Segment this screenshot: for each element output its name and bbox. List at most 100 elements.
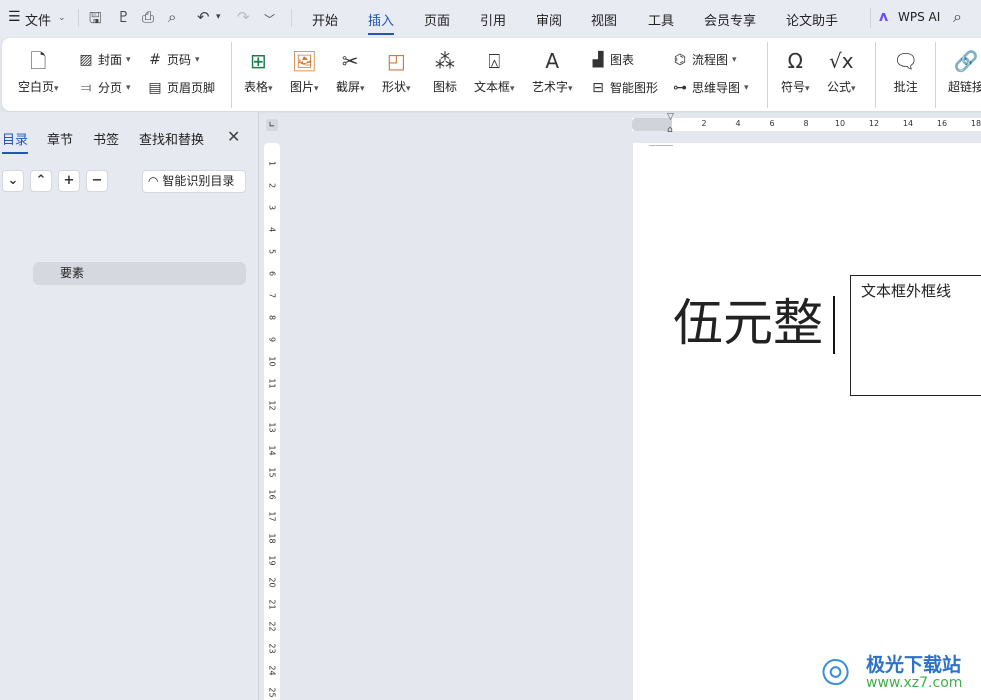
collapse-button[interactable]: ⌄ [2,170,24,192]
wps-ai-button[interactable]: WPS AI [898,10,940,24]
comment-icon: 🗨 [893,49,919,73]
tab-find-replace[interactable]: 查找和替换 [139,129,204,148]
tab-page[interactable]: 页面 [424,10,450,29]
tab-stop-selector[interactable]: ∟ [266,119,278,131]
omega-icon: Ω [787,49,803,73]
shape-icon: ◰ [386,49,406,73]
body-text[interactable]: 伍元整 [673,293,823,353]
page-break-icon: ⫤ [80,79,92,96]
mindmap-button[interactable]: ⊶ 思维导图 ▾ [672,79,749,96]
vertical-ruler-tick: 21 [267,599,277,610]
page-number-icon: # [149,51,161,68]
horizontal-ruler-tick: 8 [803,119,809,128]
save-icon[interactable]: 🖫 [89,8,102,33]
redo-icon[interactable]: ↷ [237,8,250,26]
tab-tools[interactable]: 工具 [648,10,674,29]
smart-toc-button[interactable]: ◠ 智能识别目录 [142,170,246,193]
smart-art-button[interactable]: ⊟ 智能图形 [590,79,658,96]
tab-references[interactable]: 引用 [480,10,506,29]
more-icon[interactable]: ﹀ [264,11,275,27]
chart-icon: ▟ [592,51,604,68]
scissors-icon: ✂ [341,49,359,73]
vertical-ruler-tick: 17 [267,511,277,522]
flowchart-icon: ⌬ [673,51,687,68]
horizontal-ruler-tick: 14 [902,119,914,128]
horizontal-ruler-tick: 2 [701,119,707,128]
cover-icon: ▨ [79,51,93,68]
textbox-icon: ⍓ [488,49,501,73]
cover-button[interactable]: ▨ 封面 ▾ [78,51,130,68]
swirl-logo-icon: ◎ [814,646,856,694]
blank-page-button[interactable]: 🗋 空白页▾ [18,48,59,95]
chart-button[interactable]: ▟ 图表 [590,51,634,68]
vertical-ruler-tick: 22 [267,621,277,632]
vertical-ruler-tick: 3 [267,205,277,211]
mindmap-icon: ⊶ [673,79,687,96]
navigation-panel: 目录 章节 书签 查找和替换 ✕ ⌄ ⌃ + − ◠ 智能识别目录 要素 [0,112,258,700]
chevron-down-icon[interactable]: ⌄ [58,13,66,23]
undo-icon[interactable]: ↶ [197,8,210,26]
hyperlink-button[interactable]: 🔗 超链接 [948,48,981,95]
undo-dropdown-icon[interactable]: ▾ [216,12,221,22]
flowchart-button[interactable]: ⌬ 流程图 ▾ [672,51,737,68]
file-menu[interactable]: 文件 [25,10,51,29]
indent-marker-icon[interactable]: ▽ [667,112,674,122]
tab-review[interactable]: 审阅 [536,10,562,29]
shape-button[interactable]: ◰ 形状▾ [382,48,411,95]
tab-member[interactable]: 会员专享 [704,10,756,29]
icons-icon: ⁂ [435,49,455,73]
wps-ai-logo-icon: ʌ [879,9,889,25]
search-icon[interactable]: ⌕ [953,7,962,27]
comment-button[interactable]: 🗨 批注 [893,48,918,95]
vertical-ruler-tick: 23 [267,643,277,654]
blank-page-icon: 🗋 [30,49,47,73]
toc-item[interactable]: 要素 [33,262,246,285]
page-number-button[interactable]: # 页码 ▾ [147,51,199,68]
tab-chapters[interactable]: 章节 [47,129,73,148]
textbox-button[interactable]: ⍓ 文本框▾ [474,48,515,95]
vertical-ruler-tick: 9 [267,337,277,343]
horizontal-ruler-tick: 18 [970,119,981,128]
wordart-button[interactable]: A 艺术字▾ [532,48,573,95]
page-break-button[interactable]: ⫤ 分页 ▾ [78,79,131,96]
table-icon: ⊞ [249,49,267,73]
vertical-ruler-tick: 15 [267,466,277,478]
textbox[interactable]: 文本框外框线 [850,275,981,396]
screenshot-button[interactable]: ✂ 截屏▾ [336,48,365,95]
print-preview-icon[interactable]: ⌕ [168,8,176,26]
vertical-ruler-tick: 4 [267,227,277,233]
table-button[interactable]: ⊞ 表格▾ [244,48,273,95]
header-footer-icon: ▤ [148,79,162,96]
document-page[interactable]: 伍元整 文本框外框线 [633,143,981,700]
horizontal-ruler-tick: 12 [868,119,880,128]
picture-button[interactable]: 🖼 图片▾ [290,48,319,95]
vertical-ruler-tick: 1 [267,160,277,167]
vertical-ruler-tick: 8 [267,315,277,321]
header-footer-button[interactable]: ▤ 页眉页脚 [147,79,215,96]
text-cursor [833,296,835,354]
formula-button[interactable]: √x 公式▾ [827,48,856,95]
symbol-button[interactable]: Ω 符号▾ [781,48,810,95]
remove-level-button[interactable]: − [86,170,108,192]
print-icon[interactable]: ⎙ [142,8,154,26]
tab-toc[interactable]: 目录 [2,129,29,154]
horizontal-ruler-tick: 4 [735,119,741,128]
horizontal-ruler[interactable]: ▽ ⌂ 2 4 6 8 10 12 14 16 18 [632,112,981,135]
insert-ribbon: 🗋 空白页▾ ▨ 封面 ▾ ⫤ 分页 ▾ # 页码 ▾ ▤ 页眉页脚 ⊞ 表格▾ 🖼 图片▾ ✂ 截屏… [2,38,981,111]
add-level-button[interactable]: + [58,170,80,192]
tab-view[interactable]: 视图 [591,10,617,29]
smart-art-icon: ⊟ [592,79,604,96]
hamburger-icon[interactable]: ☰ [8,9,21,25]
textbox-text[interactable]: 文本框外框线 [861,282,951,300]
tab-thesis[interactable]: 论文助手 [786,10,838,29]
hanging-indent-icon[interactable]: ⌂ [667,125,673,135]
vertical-ruler-tick: 5 [267,249,277,255]
export-icon[interactable]: ♇ [117,8,130,26]
tab-insert[interactable]: 插入 [368,10,395,35]
tab-bookmarks[interactable]: 书签 [93,129,119,148]
close-icon[interactable]: ✕ [227,127,240,146]
icon-button[interactable]: ⁂ 图标 [433,48,457,95]
tab-start[interactable]: 开始 [312,10,338,29]
expand-button[interactable]: ⌃ [30,170,52,192]
wordart-icon: A [545,49,560,73]
